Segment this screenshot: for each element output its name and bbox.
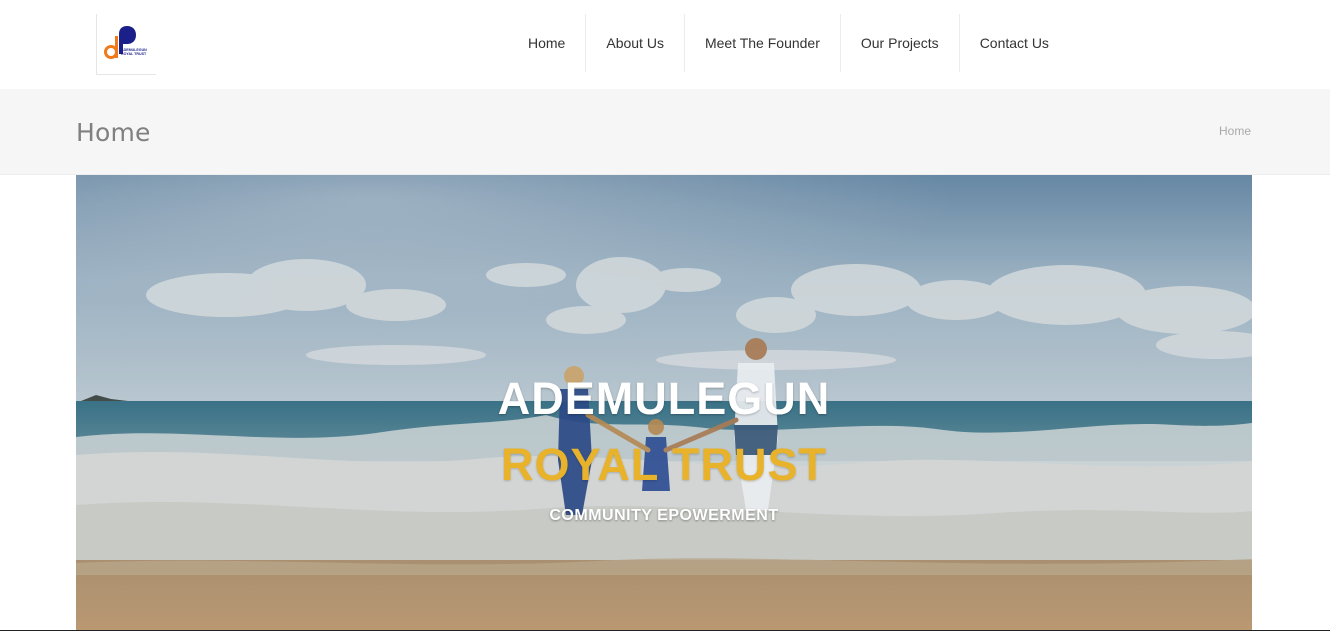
nav-home[interactable]: Home [507,14,587,72]
nav-our-projects[interactable]: Our Projects [841,14,960,72]
site-logo[interactable]: ADEMULEGUN ROYAL TRUST [96,14,156,75]
nav-about-us[interactable]: About Us [586,14,685,72]
hero-heading-line2: ROYAL TRUST [500,439,828,490]
nav-contact-us[interactable]: Contact Us [960,14,1069,72]
main-nav: Home About Us Meet The Founder Our Proje… [507,14,1069,72]
logo-wordmark-line2: ROYAL TRUST [121,52,147,56]
breadcrumb-home[interactable]: Home [1219,124,1251,138]
hero-heading-line1: ADEMULEGUN [497,373,831,424]
page-title: Home [76,118,151,147]
ademulegun-logo-icon: ADEMULEGUN ROYAL TRUST [104,26,147,59]
hero-tagline: COMMUNITY EPOWERMENT [549,507,779,524]
site-header: ADEMULEGUN ROYAL TRUST Home About Us Mee… [0,0,1330,89]
page-title-bar: Home Home [0,89,1330,175]
nav-meet-the-founder[interactable]: Meet The Founder [685,14,841,72]
hero-banner: ADEMULEGUN ROYAL TRUST COMMUNITY EPOWERM… [76,175,1252,631]
